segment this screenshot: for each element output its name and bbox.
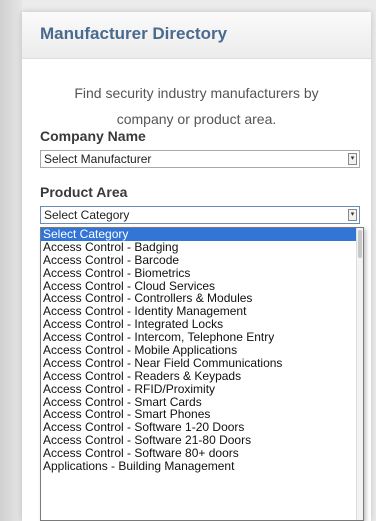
dropdown-option[interactable]: Access Control - Readers & Keypads (41, 369, 363, 383)
dropdown-option[interactable]: Access Control - Barcode (41, 253, 363, 267)
product-area-label: Product Area (40, 184, 128, 200)
company-select-value: Select Manufacturer (44, 152, 152, 166)
intro-text: Find security industry manufacturers by … (22, 80, 371, 132)
dropdown-option[interactable]: Applications - Building Management (41, 460, 363, 473)
dropdown-option[interactable]: Select Category (41, 228, 363, 241)
panel-title: Manufacturer Directory (40, 24, 228, 43)
product-select-value: Select Category (44, 208, 130, 222)
company-name-label: Company Name (40, 128, 146, 144)
dropdown-option[interactable]: Access Control - Biometrics (41, 266, 363, 280)
company-select[interactable]: Select Manufacturer ▾ (40, 150, 360, 168)
product-dropdown-list[interactable]: Select Category Access Control - Badging A… (40, 227, 364, 521)
chevron-down-icon[interactable]: ▾ (348, 153, 357, 165)
chevron-down-icon[interactable]: ▾ (348, 209, 357, 221)
dropdown-option[interactable]: Access Control - RFID/Proximity (41, 382, 363, 396)
panel-header: Manufacturer Directory (22, 12, 371, 59)
product-select[interactable]: Select Category ▾ (40, 206, 360, 224)
dropdown-option[interactable]: Access Control - Near Field Communicatio… (41, 357, 363, 370)
intro-line-1: Find security industry manufacturers by (74, 85, 319, 101)
dropdown-option[interactable]: Access Control - Badging (41, 240, 363, 254)
dropdown-option[interactable]: Access Control - Mobile Applications (41, 344, 363, 357)
dropdown-scrollbar[interactable] (356, 228, 363, 520)
dropdown-scroll-thumb[interactable] (358, 230, 362, 258)
page-background (0, 0, 22, 521)
